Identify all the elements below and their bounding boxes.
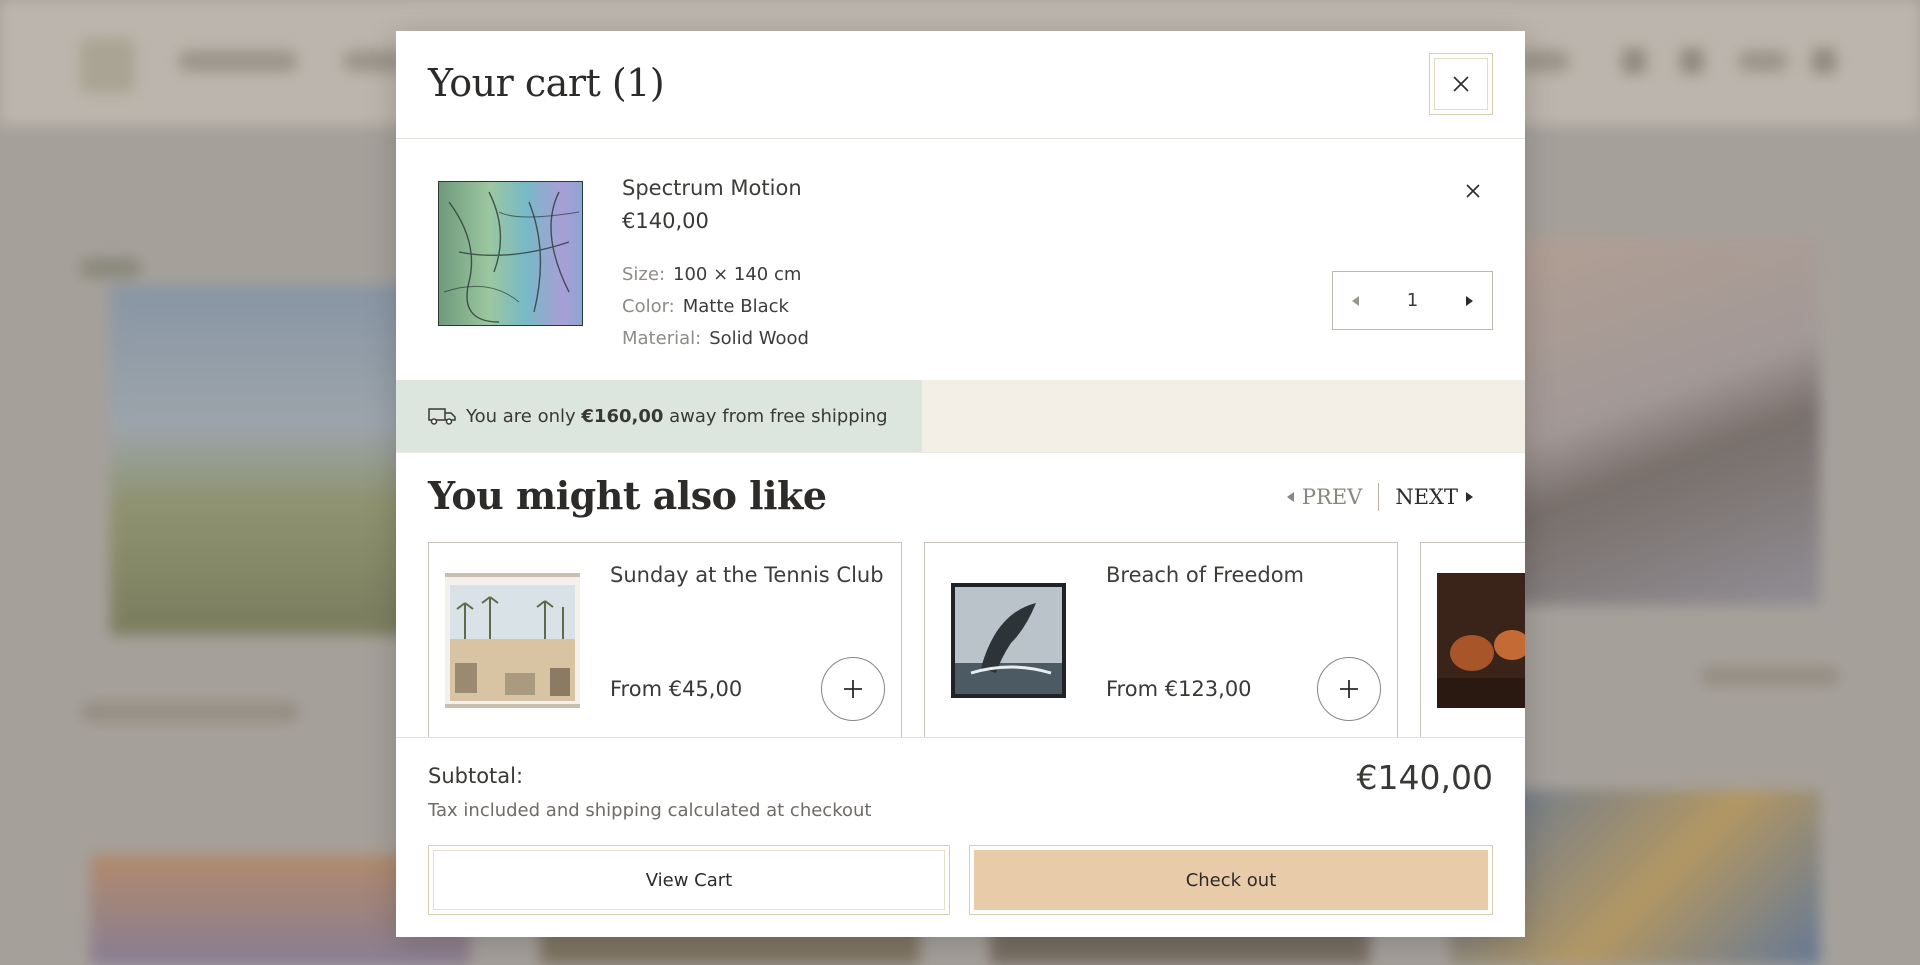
caret-left-icon	[1352, 295, 1359, 306]
option-label: Material:	[622, 328, 702, 349]
close-cart-button[interactable]	[1429, 53, 1493, 115]
caret-right-icon	[1465, 295, 1473, 306]
item-option-size: Size: 100 × 140 cm	[622, 259, 809, 291]
truck-icon	[428, 408, 456, 425]
plus-icon	[1340, 680, 1358, 698]
close-icon	[1453, 76, 1469, 92]
item-price: €140,00	[622, 209, 709, 233]
cart-line-item: Spectrum Motion €140,00 Size: 100 × 140 c…	[396, 139, 1525, 380]
artwork-image	[951, 583, 1066, 698]
item-option-material: Material: Solid Wood	[622, 323, 809, 355]
view-cart-label: View Cart	[433, 850, 945, 910]
checkout-label: Check out	[974, 850, 1488, 910]
option-value: Solid Wood	[709, 328, 809, 349]
recommendation-name[interactable]: Sunday at the Tennis Club	[610, 563, 884, 587]
caret-left-icon	[1286, 492, 1294, 502]
remove-item-button[interactable]	[1461, 179, 1485, 203]
cart-footer: Subtotal: €140,00 Tax included and shipp…	[396, 737, 1525, 937]
recommendation-card[interactable]	[1420, 542, 1525, 738]
shipping-text: You are only €160,00 away from free ship…	[466, 406, 888, 427]
shipping-suffix: away from free shipping	[669, 405, 888, 427]
recommendation-card[interactable]: Breach of Freedom From €123,00	[924, 542, 1398, 738]
subtotal-label: Subtotal:	[428, 764, 524, 788]
carousel-prev-button[interactable]: PREV	[1286, 485, 1363, 509]
quantity-input[interactable]: 1	[1407, 290, 1418, 311]
view-cart-button[interactable]: View Cart	[428, 845, 950, 915]
carousel-next-button[interactable]: NEXT	[1395, 485, 1473, 509]
quantity-stepper: 1	[1332, 271, 1493, 330]
shipping-message: You are only €160,00 away from free ship…	[428, 380, 888, 452]
artwork-image	[445, 573, 580, 708]
increase-quantity-button[interactable]	[1462, 294, 1476, 308]
prev-label: PREV	[1301, 485, 1363, 509]
caret-right-icon	[1466, 492, 1473, 502]
plus-icon	[844, 680, 862, 698]
carousel-navigation: PREV NEXT	[1286, 483, 1473, 511]
recommendation-card[interactable]: Sunday at the Tennis Club From €45,00	[428, 542, 902, 738]
add-to-cart-button[interactable]	[821, 657, 885, 721]
recommendation-price: From €123,00	[1106, 677, 1252, 701]
product-thumbnail[interactable]	[438, 181, 583, 326]
cart-drawer: Your cart (1) Spectrum Motion €140,00 Si…	[396, 31, 1525, 937]
checkout-button[interactable]: Check out	[969, 845, 1493, 915]
artwork-image	[439, 182, 582, 325]
item-options: Size: 100 × 140 cm Color: Matte Black Mate…	[622, 259, 809, 355]
item-name[interactable]: Spectrum Motion	[622, 176, 802, 200]
recommendations-title: You might also like	[428, 473, 827, 518]
nav-divider	[1378, 483, 1380, 511]
recommendations-section: You might also like PREV NEXT Sunday at …	[396, 452, 1525, 738]
subtotal-value: €140,00	[1356, 758, 1493, 797]
decrease-quantity-button[interactable]	[1349, 294, 1363, 308]
option-value: Matte Black	[682, 296, 789, 317]
free-shipping-bar: You are only €160,00 away from free ship…	[396, 380, 1525, 452]
shipping-amount: €160,00	[581, 405, 664, 427]
cart-title: Your cart (1)	[428, 61, 665, 105]
add-to-cart-button[interactable]	[1317, 657, 1381, 721]
next-label: NEXT	[1395, 485, 1458, 509]
shipping-prefix: You are only	[466, 405, 576, 427]
option-label: Size:	[622, 264, 666, 285]
tax-note: Tax included and shipping calculated at …	[428, 800, 872, 821]
item-option-color: Color: Matte Black	[622, 291, 809, 323]
cart-header: Your cart (1)	[396, 31, 1525, 139]
option-value: 100 × 140 cm	[673, 264, 802, 285]
option-label: Color:	[622, 296, 675, 317]
recommendation-price: From €45,00	[610, 677, 743, 701]
artwork-image	[1437, 573, 1525, 708]
recommendation-name[interactable]: Breach of Freedom	[1106, 563, 1304, 587]
close-icon	[1466, 184, 1480, 198]
